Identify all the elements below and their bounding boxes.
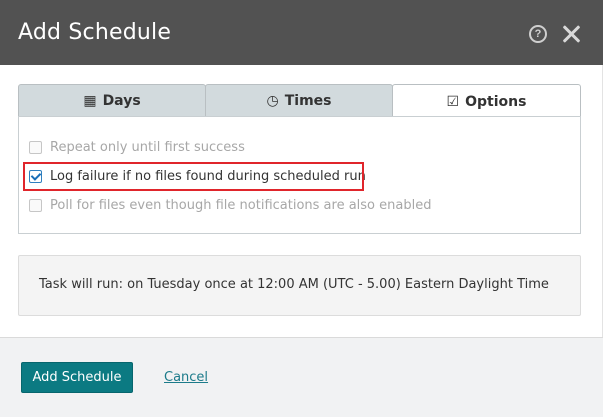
repeat-until-success-checkbox[interactable]	[29, 140, 42, 154]
tab-options[interactable]: ☑ Options	[392, 84, 581, 118]
tab-bar: ▦ Days ◷ Times ☑ Options	[18, 84, 581, 118]
poll-files-label: Poll for files even though file notifica…	[50, 197, 432, 213]
dialog-title: Add Schedule	[18, 20, 172, 45]
log-failure-checkbox[interactable]	[29, 169, 42, 183]
options-panel: Repeat only until first success Log fail…	[18, 116, 581, 234]
schedule-summary-text: Task will run: on Tuesday once at 12:00 …	[39, 277, 549, 292]
add-schedule-dialog: Add Schedule ? ▦ Days ◷ Times ☑ Options …	[0, 0, 603, 417]
tab-options-label: Options	[465, 93, 527, 110]
cancel-link[interactable]: Cancel	[164, 370, 208, 385]
repeat-until-success-option[interactable]: Repeat only until first success	[29, 137, 245, 157]
dialog-footer: Add Schedule Cancel	[0, 337, 603, 417]
tab-times[interactable]: ◷ Times	[205, 84, 393, 117]
poll-files-checkbox[interactable]	[29, 198, 42, 212]
log-failure-option[interactable]: Log failure if no files found during sch…	[29, 166, 366, 186]
tab-days-label: Days	[102, 92, 141, 109]
schedule-summary: Task will run: on Tuesday once at 12:00 …	[18, 255, 581, 316]
repeat-until-success-label: Repeat only until first success	[50, 139, 245, 155]
tab-times-label: Times	[284, 92, 332, 109]
calendar-icon: ▦	[83, 92, 97, 108]
log-failure-label: Log failure if no files found during sch…	[50, 168, 366, 184]
clock-icon: ◷	[266, 92, 279, 108]
help-icon[interactable]: ?	[529, 25, 547, 43]
checked-square-icon: ☑	[446, 93, 460, 109]
tab-days[interactable]: ▦ Days	[18, 84, 206, 117]
add-schedule-button[interactable]: Add Schedule	[21, 362, 133, 393]
poll-files-option[interactable]: Poll for files even though file notifica…	[29, 195, 431, 215]
close-icon[interactable]	[559, 22, 583, 46]
dialog-header: Add Schedule ?	[0, 0, 603, 65]
